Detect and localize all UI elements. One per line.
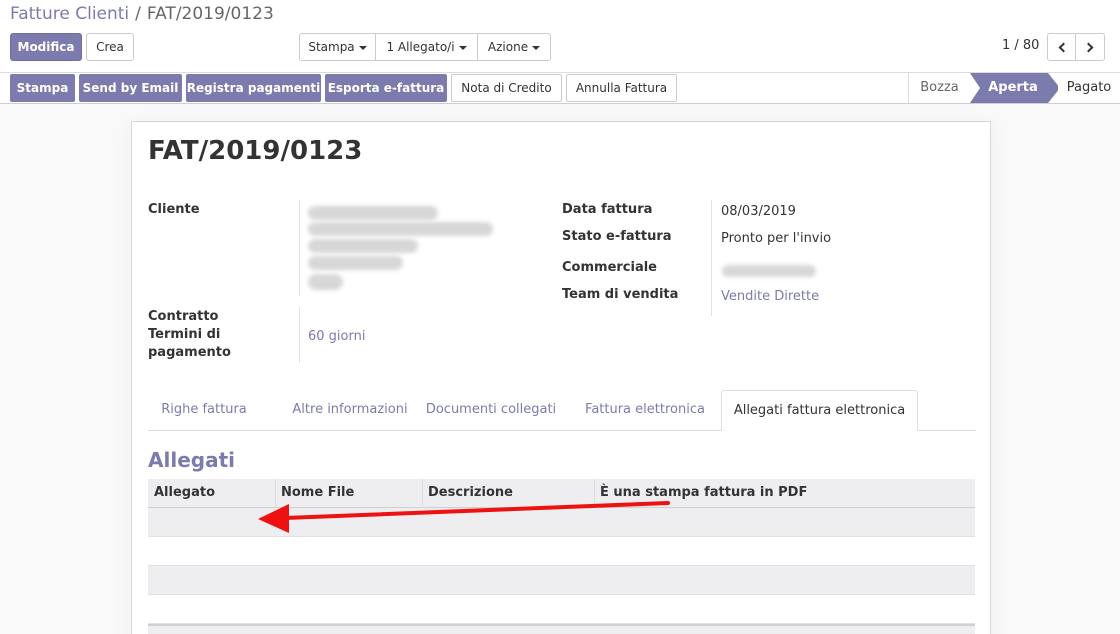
stage-aperta-label: Aperta bbox=[988, 80, 1038, 95]
annotation-arrow-icon bbox=[258, 501, 670, 533]
